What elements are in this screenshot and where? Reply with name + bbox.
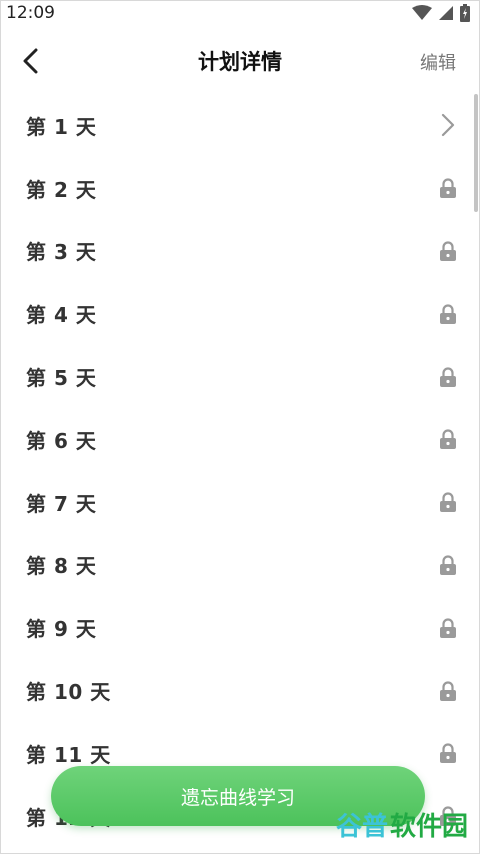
day-label: 第 9 天 [26,617,97,642]
lock-icon [438,240,458,262]
watermark-logo: 谷普 软件园 [336,806,468,842]
day-row[interactable]: 第 4 天 [0,282,480,345]
day-row[interactable]: 第 3 天 [0,220,480,283]
study-button-label: 遗忘曲线学习 [180,786,295,809]
status-bar: 12:09 [0,0,480,26]
nav-bar: 计划详情 编辑 [0,30,480,92]
day-label: 第 3 天 [26,240,97,265]
page-title: 计划详情 [198,50,282,74]
scrollbar[interactable] [474,94,478,212]
lock-icon [438,742,458,764]
day-label: 第 6 天 [26,428,97,453]
edit-button[interactable]: 编辑 [420,49,456,75]
lock-icon [438,303,458,325]
day-row[interactable]: 第 6 天 [0,408,480,471]
wifi-icon [412,5,432,20]
lock-icon [438,680,458,702]
lock-icon [438,177,458,199]
day-row[interactable]: 第 2 天 [0,157,480,220]
chevron-left-icon [23,48,38,74]
lock-icon [438,554,458,576]
day-row[interactable]: 第 9 天 [0,596,480,659]
day-label: 第 8 天 [26,554,97,579]
day-list: 第 1 天第 2 天第 3 天第 4 天第 5 天第 6 天第 7 天第 8 天… [0,94,480,848]
battery-icon [460,4,470,22]
day-row[interactable]: 第 1 天 [0,94,480,157]
day-label: 第 1 天 [26,114,97,139]
day-row[interactable]: 第 10 天 [0,659,480,722]
watermark-part2: 软件园 [389,811,468,842]
day-label: 第 4 天 [26,303,97,328]
day-row[interactable]: 第 8 天 [0,534,480,597]
day-label: 第 7 天 [26,491,97,516]
lock-icon [438,617,458,639]
day-row[interactable]: 第 5 天 [0,345,480,408]
cellular-signal-icon [439,6,453,20]
day-label: 第 5 天 [26,366,97,391]
lock-icon [438,491,458,513]
chevron-right-icon [438,114,458,137]
lock-icon [438,366,458,388]
day-label: 第 10 天 [26,680,111,705]
back-button[interactable] [14,44,48,78]
day-label: 第 2 天 [26,177,97,202]
status-icons [412,4,470,22]
watermark-part1: 谷普 [335,811,388,842]
lock-icon [438,428,458,450]
day-row[interactable]: 第 7 天 [0,471,480,534]
day-label: 第 11 天 [26,742,111,767]
status-time: 12:09 [6,3,55,23]
